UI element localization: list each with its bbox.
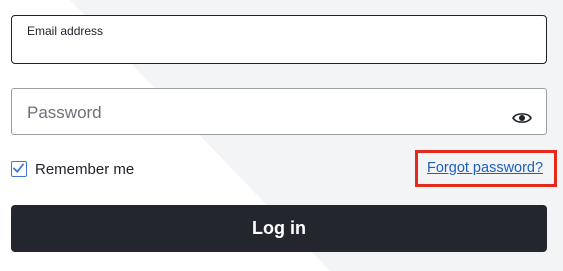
login-button[interactable]: Log in [11,205,547,252]
forgot-password-link[interactable]: Forgot password? [427,160,543,176]
email-input[interactable] [26,42,536,60]
remember-me-label: Remember me [35,160,135,178]
login-page: Email address Remember me Forgot passwor… [0,0,563,271]
remember-me-checkbox[interactable] [11,161,27,177]
eye-icon[interactable] [512,111,532,125]
password-input[interactable] [27,101,506,125]
email-label: Email address [27,24,104,38]
checkmark-icon [13,163,24,173]
remember-me[interactable]: Remember me [11,159,134,179]
email-field[interactable]: Email address [11,15,547,64]
password-field[interactable] [11,88,547,135]
